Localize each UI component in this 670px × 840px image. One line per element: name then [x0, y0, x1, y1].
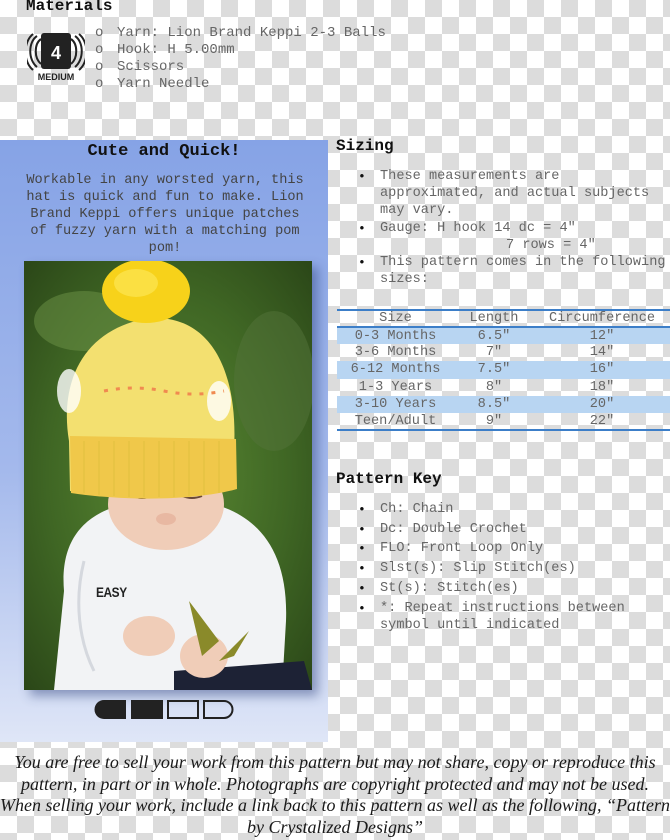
yarn-weight-medium-icon: 4 MEDIUM	[27, 33, 85, 82]
circle-bullet-icon: o	[95, 25, 104, 41]
materials-item: o Yarn Needle	[95, 76, 210, 92]
pattern-key-item: • Dc: Double Crochet	[336, 520, 670, 540]
table-row: 3-10 Years 8.5" 20"	[337, 395, 670, 413]
bullet-icon: •	[358, 541, 366, 557]
table-row: 6-12 Months 7.5" 16"	[337, 361, 670, 379]
promo-panel: Cute and Quick! Workable in any worsted …	[0, 140, 328, 742]
materials-item: o Scissors	[95, 59, 185, 75]
column-header-length: Length	[454, 310, 534, 328]
size-table: Size Length Circumference 0-3 Months 6.5"…	[337, 309, 670, 432]
column-header-circumference: Circumference	[534, 310, 670, 328]
pattern-key-item: • St(s): Stitch(es)	[336, 579, 670, 599]
pattern-key-item: • FLO: Front Loop Only	[336, 539, 670, 559]
difficulty-step-empty	[203, 700, 234, 719]
circle-bullet-icon: o	[95, 42, 104, 58]
difficulty-step-filled	[94, 700, 126, 719]
sizing-item: • These measurements are approximated, an…	[358, 169, 650, 219]
column-header-size: Size	[337, 310, 454, 328]
materials-item: o Hook: H 5.00mm	[95, 42, 235, 58]
table-row: 1-3 Years 8" 18"	[358, 379, 615, 395]
bullet-icon: •	[358, 600, 366, 616]
bullet-icon: •	[358, 561, 366, 577]
table-row: Teen/Adult 9" 22"	[354, 413, 615, 429]
promo-title: Cute and Quick!	[87, 142, 241, 161]
difficulty-step-empty	[167, 700, 199, 719]
difficulty-label: EASY	[96, 584, 127, 600]
table-row: 3-6 Months 7" 14"	[354, 345, 615, 361]
table-row: 0-3 Months 6.5" 12"	[337, 327, 670, 345]
sizing-item: • Gauge: H hook 14 dc = 4" 7 rows = 4"	[336, 220, 670, 254]
bullet-icon: •	[358, 255, 366, 271]
table-header-row: Size Length Circumference	[337, 310, 670, 328]
promo-description: Workable in any worsted yarn, this hat i…	[26, 173, 304, 256]
pattern-key-list: • Ch: Chain • Dc: Double Crochet • FLO: Fro…	[336, 500, 670, 635]
yarn-weight-number: 4	[51, 43, 61, 63]
pattern-key-item: • Slst(s): Slip Stitch(es)	[336, 559, 670, 579]
sizing-item: • This pattern comes in the following siz…	[358, 255, 666, 288]
baby-hat-photo	[24, 261, 312, 690]
pattern-key-heading: Pattern Key	[336, 470, 442, 488]
difficulty-step-filled	[131, 700, 163, 719]
sizing-heading: Sizing	[336, 137, 394, 155]
gauge-rows: 7 rows = 4"	[506, 237, 596, 253]
yarn-weight-label: MEDIUM	[38, 72, 75, 82]
bullet-icon: •	[358, 502, 366, 517]
bullet-icon: •	[358, 220, 366, 236]
bullet-icon: •	[358, 521, 366, 537]
sizing-list: • These measurements are approximated, an…	[336, 168, 670, 288]
materials-heading: Materials	[26, 0, 113, 15]
pattern-key-item: • Ch: Chain	[336, 500, 670, 520]
pattern-key-item: • *: Repeat instructions between symbol u…	[358, 600, 625, 634]
difficulty-rating	[94, 700, 234, 719]
bullet-icon: •	[358, 169, 366, 184]
photo-illustration	[24, 261, 312, 690]
materials-item: o Yarn: Lion Brand Keppi 2-3 Balls	[95, 25, 386, 41]
circle-bullet-icon: o	[95, 59, 104, 75]
materials-list: o Yarn: Lion Brand Keppi 2-3 Balls o Hook:…	[95, 25, 386, 93]
copyright-notice: You are free to sell your work from this…	[0, 752, 670, 837]
bullet-icon: •	[358, 580, 366, 596]
circle-bullet-icon: o	[95, 76, 104, 92]
